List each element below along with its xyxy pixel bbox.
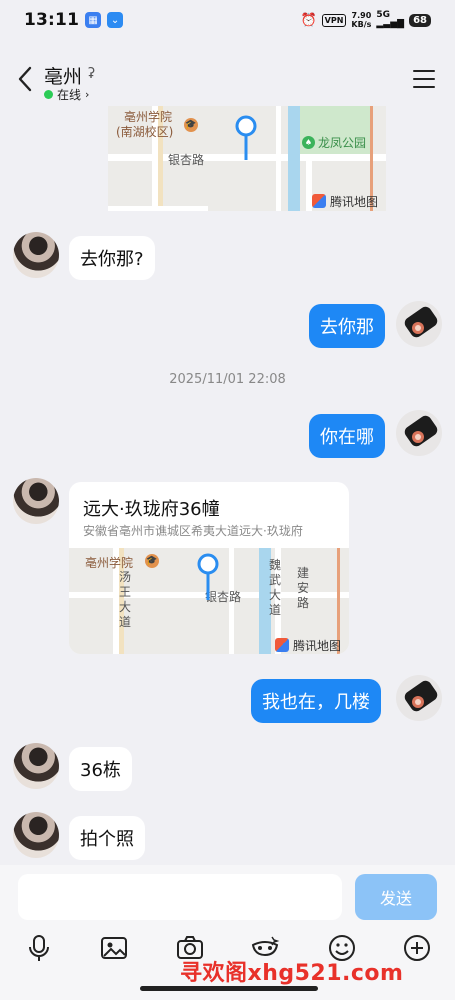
alarm-icon: ⏰: [300, 12, 317, 28]
self-avatar[interactable]: [396, 410, 442, 456]
park-icon: ♠: [302, 136, 315, 149]
self-avatar[interactable]: [396, 675, 442, 721]
tencent-map-logo-icon: [312, 194, 326, 208]
map-road-label: 魏武大道: [269, 558, 282, 617]
contact-avatar[interactable]: [13, 812, 59, 858]
message-text: 拍个照: [80, 829, 134, 850]
online-status[interactable]: 在线 ›: [44, 86, 89, 103]
message-bubble-outgoing[interactable]: 我也在，几楼: [251, 679, 381, 723]
map-park-label: 龙凤公园: [318, 136, 367, 150]
school-icon: 🎓: [184, 118, 198, 132]
tencent-map-logo-icon: [275, 638, 289, 652]
send-button[interactable]: 发送: [355, 874, 437, 920]
school-icon: 🎓: [145, 554, 159, 568]
down-app-icon: ⌄: [107, 12, 124, 28]
network-speed: 7.90 KB/s: [351, 11, 372, 29]
network-type: 5G ▂▃▅▇: [376, 10, 405, 29]
watermark-text: 寻欢阁xhg521.com: [180, 961, 404, 986]
location-address: 安徽省亳州市谯城区希夷大道远大·玖珑府: [83, 524, 303, 538]
image-icon[interactable]: [99, 933, 129, 963]
composer-bar: 发送 寻欢阁xhg521.com: [0, 865, 455, 1000]
map-road-label: 汤王大道: [119, 570, 132, 629]
map-brand: 腾讯地图: [293, 639, 342, 653]
location-map: 亳州学院 🎓 汤王大道 银杏路 魏武大道 建安路 腾讯地图: [69, 548, 349, 654]
menu-icon[interactable]: [413, 70, 435, 88]
message-text: 我也在，几楼: [262, 692, 370, 713]
map-poi-school: 亳州学院: [85, 556, 134, 570]
bus-app-icon: ▦: [85, 12, 102, 28]
contact-name[interactable]: 亳州: [44, 62, 82, 89]
vpn-badge: VPN: [321, 13, 347, 27]
message-bubble-incoming[interactable]: 拍个照: [69, 816, 145, 860]
message-bubble-incoming[interactable]: 36栋: [69, 747, 132, 791]
contact-avatar[interactable]: [13, 232, 59, 278]
ear-icon: ʡ: [88, 66, 96, 82]
map-poi-campus: (南湖校区): [116, 125, 174, 139]
map-pin-icon: [197, 553, 219, 600]
message-timestamp: 2025/11/01 22:08: [169, 372, 286, 387]
location-card[interactable]: 远大·玖珑府36幢 安徽省亳州市谯城区希夷大道远大·玖珑府 亳州学院 🎓 汤王大…: [69, 482, 349, 654]
message-bubble-outgoing[interactable]: 去你那: [309, 304, 385, 348]
home-indicator[interactable]: [140, 986, 318, 991]
chat-header: 亳州 ʡ 在线 ›: [0, 52, 455, 106]
microphone-icon[interactable]: [24, 933, 54, 963]
contact-avatar[interactable]: [13, 743, 59, 789]
online-dot-icon: [44, 90, 53, 99]
map-road-label: 银杏路: [168, 153, 205, 167]
back-arrow-icon[interactable]: [14, 64, 36, 94]
map-road-label: 建安路: [297, 566, 310, 610]
location-title: 远大·玖珑府36幢: [83, 499, 220, 520]
message-text: 36栋: [80, 760, 121, 781]
battery-icon: 68: [409, 13, 431, 27]
message-text: 去你那?: [80, 249, 144, 270]
self-avatar[interactable]: [396, 301, 442, 347]
map-brand: 腾讯地图: [330, 195, 379, 209]
status-time: 13:11: [24, 10, 80, 30]
online-label: 在线: [57, 88, 82, 102]
add-icon[interactable]: [402, 933, 432, 963]
message-bubble-outgoing[interactable]: 你在哪: [309, 414, 385, 458]
message-text: 去你那: [320, 317, 374, 338]
message-bubble-incoming[interactable]: 去你那?: [69, 236, 155, 280]
message-input[interactable]: [18, 874, 342, 920]
chevron-right-icon: ›: [85, 88, 90, 101]
map-preview-top[interactable]: 亳州学院 (南湖校区) 🎓 银杏路 ♠ 龙凤公园 腾讯地图: [108, 106, 386, 211]
map-pin-icon: [235, 115, 257, 160]
contact-avatar[interactable]: [13, 478, 59, 524]
status-bar: 13:11 ▦ ⌄ ⏰ VPN 7.90 KB/s 5G ▂▃▅▇ 68: [0, 0, 455, 40]
message-text: 你在哪: [320, 427, 374, 448]
